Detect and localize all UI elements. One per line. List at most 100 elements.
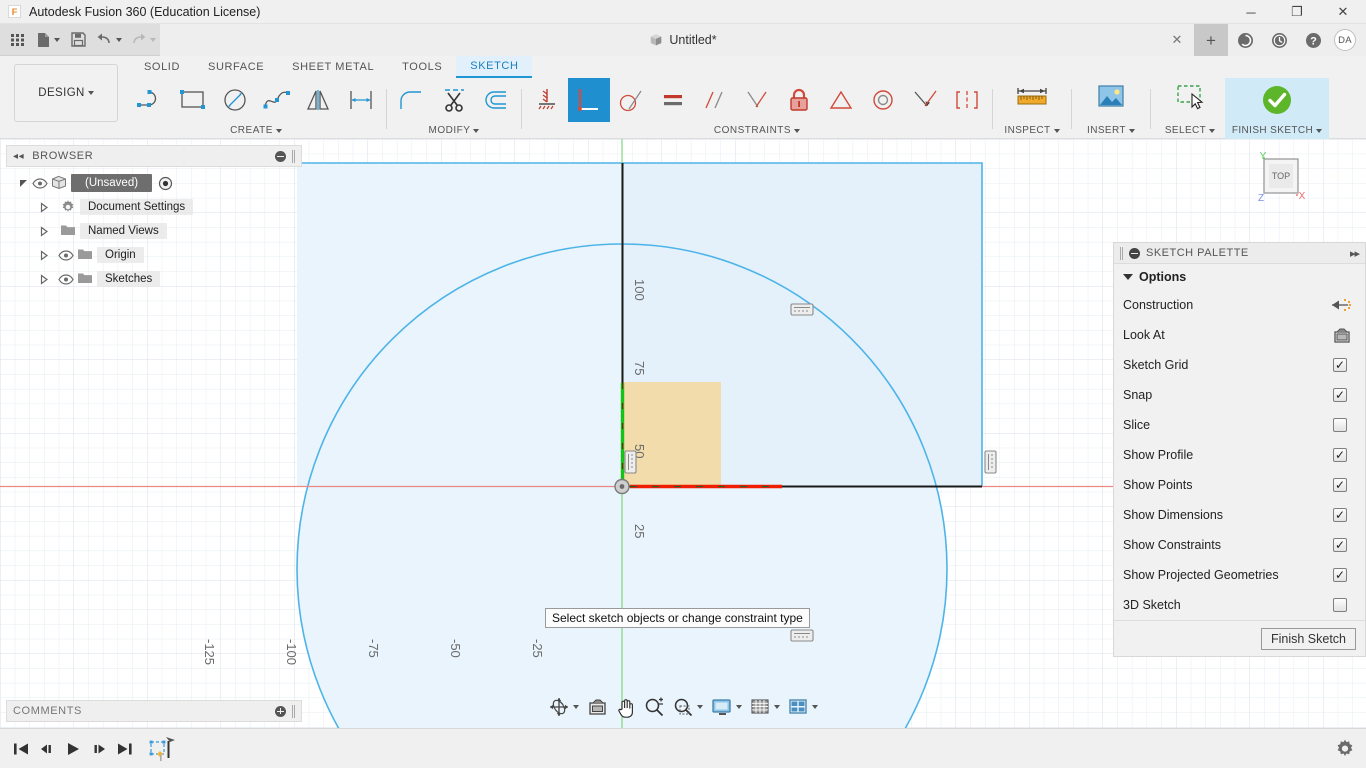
palette-row-show-constraints[interactable]: Show Constraints: [1114, 530, 1365, 560]
dimension-tool[interactable]: [340, 78, 382, 122]
parallel-constraint[interactable]: [694, 78, 736, 122]
snap-checkbox[interactable]: [1333, 388, 1347, 402]
palette-grip-icon[interactable]: [1120, 246, 1123, 260]
grid-snaps-caret[interactable]: [774, 705, 780, 709]
zoom-tool[interactable]: [641, 695, 668, 719]
offset-tool[interactable]: [475, 78, 517, 122]
coincident-constraint[interactable]: [568, 78, 610, 122]
step-forward[interactable]: [86, 734, 112, 764]
tree-node-unsaved[interactable]: (Unsaved): [6, 171, 302, 195]
sketch-grid-checkbox[interactable]: [1333, 358, 1347, 372]
orbit-tool[interactable]: [545, 695, 582, 719]
go-to-end[interactable]: [112, 734, 138, 764]
concentric-constraint[interactable]: [862, 78, 904, 122]
expand-arrow-icon[interactable]: [18, 178, 32, 189]
tab-surface[interactable]: SURFACE: [194, 56, 278, 78]
new-tab-button[interactable]: +: [1194, 24, 1228, 56]
browser-grip-icon[interactable]: [292, 149, 295, 163]
trim-tool[interactable]: [433, 78, 475, 122]
palette-row-show-profile[interactable]: Show Profile: [1114, 440, 1365, 470]
palette-row-sketch-grid[interactable]: Sketch Grid: [1114, 350, 1365, 380]
palette-row-show-points[interactable]: Show Points: [1114, 470, 1365, 500]
modify-group-label[interactable]: MODIFY: [391, 122, 517, 139]
look-at-tool[interactable]: [584, 695, 611, 719]
comments-panel[interactable]: COMMENTS: [6, 700, 302, 722]
redo-icon[interactable]: [126, 24, 160, 56]
orbit-caret[interactable]: [573, 705, 579, 709]
symmetry-constraint[interactable]: [946, 78, 988, 122]
zoom-window-tool[interactable]: [670, 695, 706, 719]
timeline-settings[interactable]: [1334, 738, 1356, 760]
show-points-checkbox[interactable]: [1333, 478, 1347, 492]
go-to-beginning[interactable]: [8, 734, 34, 764]
visibility-eye-icon[interactable]: [32, 175, 48, 191]
visibility-eye-icon[interactable]: [58, 271, 74, 287]
expand-arrow-icon[interactable]: [40, 273, 54, 285]
display-settings[interactable]: [708, 695, 745, 719]
perpendicular-constraint[interactable]: [736, 78, 778, 122]
select-panel[interactable]: SELECT: [1155, 78, 1225, 139]
look-at-icon[interactable]: [1332, 327, 1352, 344]
fillet-tool[interactable]: [391, 78, 433, 122]
close-tab-button[interactable]: ✕: [1160, 24, 1194, 56]
show-dimensions-checkbox[interactable]: [1333, 508, 1347, 522]
spline-tool[interactable]: [256, 78, 298, 122]
tree-node-sketches[interactable]: Sketches: [6, 267, 302, 291]
display-settings-caret[interactable]: [736, 705, 742, 709]
show-constraints-checkbox[interactable]: [1333, 538, 1347, 552]
browser-minus-icon[interactable]: [275, 150, 286, 162]
close-button[interactable]: ✕: [1320, 0, 1366, 24]
tab-tools[interactable]: TOOLS: [388, 56, 456, 78]
tree-node-document-settings[interactable]: Document Settings: [6, 195, 302, 219]
help-icon[interactable]: ?: [1296, 24, 1330, 56]
line-tool[interactable]: [130, 78, 172, 122]
undo-icon[interactable]: [92, 24, 126, 56]
palette-row-slice[interactable]: Slice: [1114, 410, 1365, 440]
viewports[interactable]: [785, 695, 821, 719]
collapse-browser-icon[interactable]: ◂◂: [13, 151, 24, 162]
slice-checkbox[interactable]: [1333, 418, 1347, 432]
new-document-icon[interactable]: [32, 24, 64, 56]
job-status-icon[interactable]: [1228, 24, 1262, 56]
viewports-caret[interactable]: [812, 705, 818, 709]
show-projected-geometries-checkbox[interactable]: [1333, 568, 1347, 582]
save-icon[interactable]: [64, 24, 92, 56]
workspace-switcher[interactable]: DESIGN: [14, 64, 118, 122]
sketch1-feature[interactable]: [146, 732, 180, 766]
circle-tool[interactable]: [214, 78, 256, 122]
new-document-caret[interactable]: [54, 37, 60, 42]
palette-row-show-dimensions[interactable]: Show Dimensions: [1114, 500, 1365, 530]
palette-row-snap[interactable]: Snap: [1114, 380, 1365, 410]
palette-options-section[interactable]: Options: [1114, 264, 1365, 290]
fix-unfix-constraint[interactable]: [778, 78, 820, 122]
tab-sketch[interactable]: SKETCH: [456, 56, 533, 78]
step-back[interactable]: [34, 734, 60, 764]
inspect-panel[interactable]: INSPECT: [997, 78, 1067, 139]
rectangle-tool[interactable]: [172, 78, 214, 122]
midpoint-constraint[interactable]: [820, 78, 862, 122]
construction-icon[interactable]: [1330, 297, 1352, 313]
expand-arrow-icon[interactable]: [40, 249, 54, 261]
zoom-window-caret[interactable]: [697, 705, 703, 709]
redo-caret[interactable]: [150, 37, 156, 42]
pan-tool[interactable]: [613, 695, 639, 719]
app-grid-icon[interactable]: [4, 24, 32, 56]
create-group-label[interactable]: CREATE: [130, 122, 382, 139]
palette-row-construction[interactable]: Construction: [1114, 290, 1365, 320]
mirror-tool[interactable]: [298, 78, 340, 122]
undo-caret[interactable]: [116, 37, 122, 42]
visibility-eye-icon[interactable]: [58, 247, 74, 263]
tab-sheet-metal[interactable]: SHEET METAL: [278, 56, 388, 78]
comments-grip-icon[interactable]: [292, 704, 295, 718]
activate-component-radio[interactable]: [158, 176, 173, 191]
play[interactable]: [60, 734, 86, 764]
tree-node-named-views[interactable]: Named Views: [6, 219, 302, 243]
insert-panel[interactable]: INSERT: [1076, 78, 1146, 139]
show-profile-checkbox[interactable]: [1333, 448, 1347, 462]
constraints-group-label[interactable]: CONSTRAINTS: [526, 122, 988, 139]
recent-icon[interactable]: [1262, 24, 1296, 56]
collinear-constraint[interactable]: [904, 78, 946, 122]
finish-sketch-panel[interactable]: FINISH SKETCH: [1225, 78, 1329, 139]
expand-arrow-icon[interactable]: [40, 225, 54, 237]
palette-minus-icon[interactable]: [1129, 247, 1140, 259]
